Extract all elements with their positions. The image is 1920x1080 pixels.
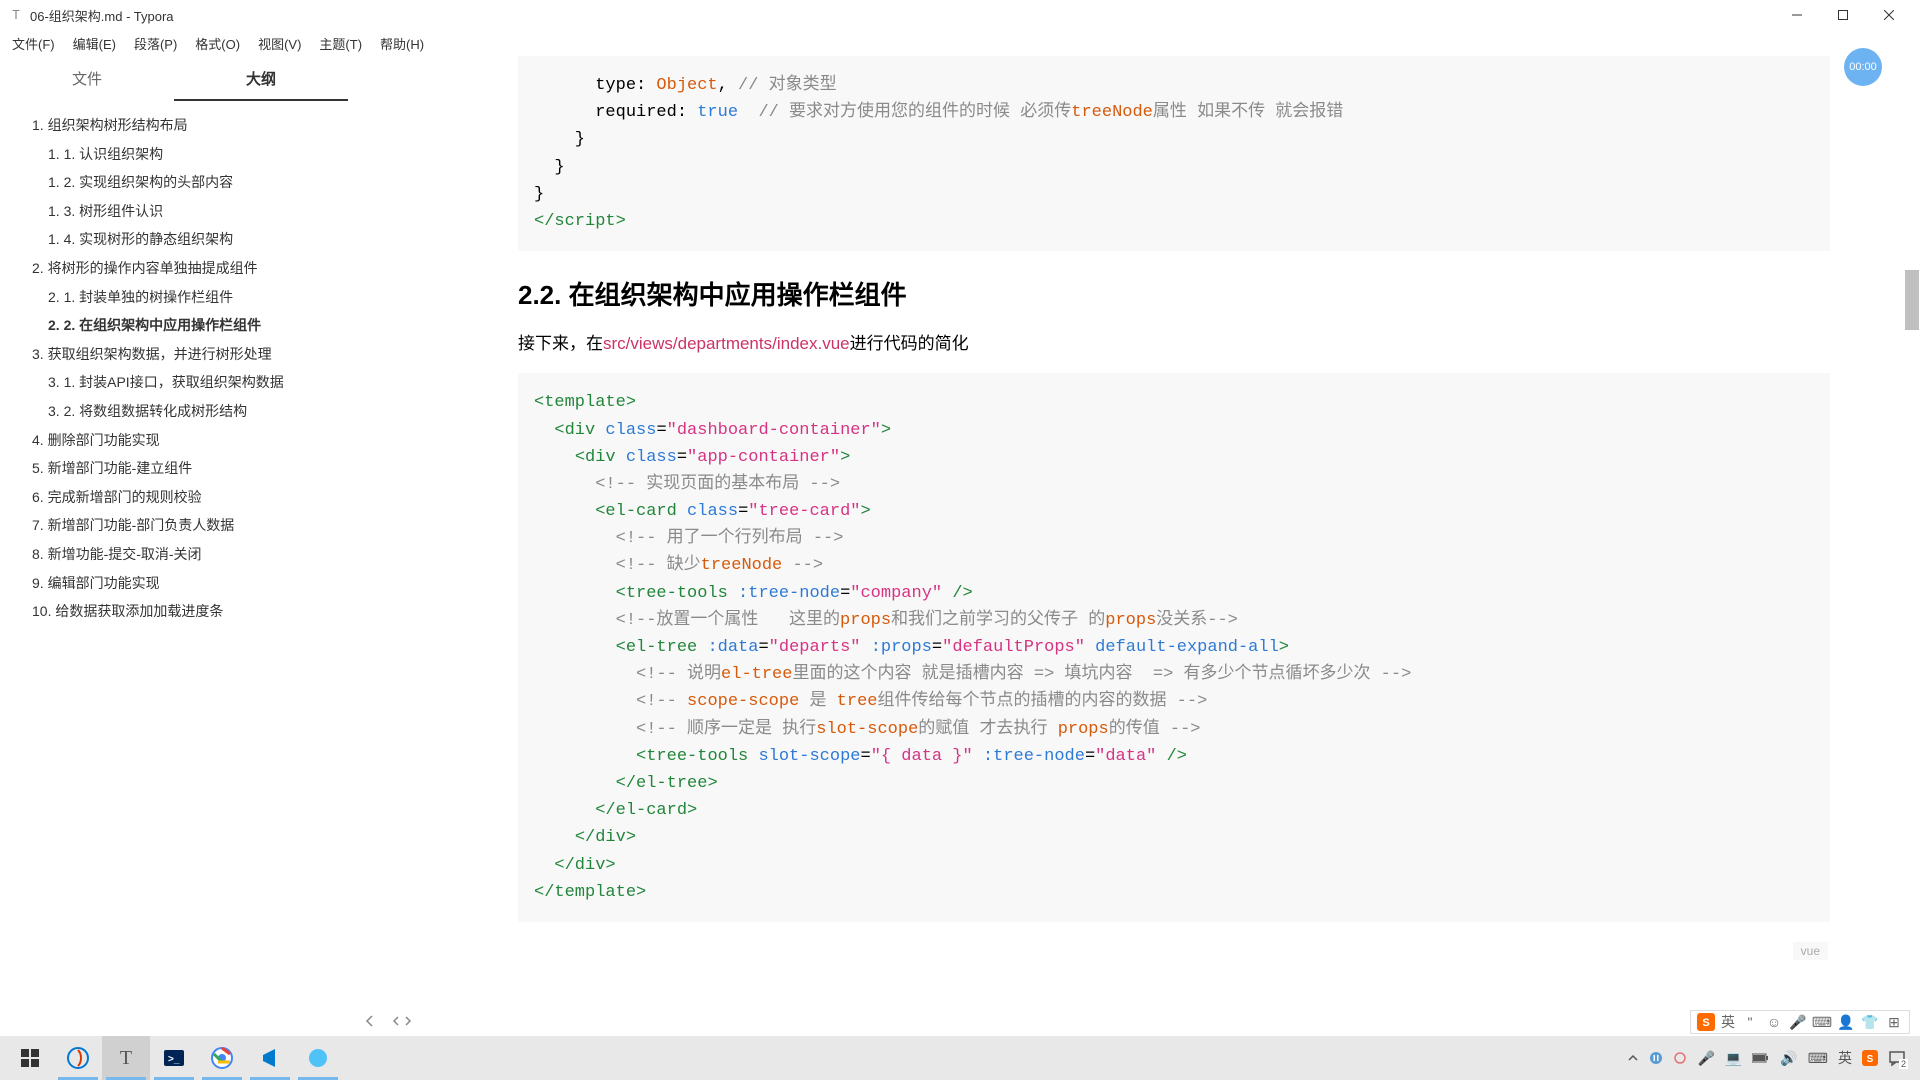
task-vscode[interactable]: [246, 1036, 294, 1080]
sidebar: 文件 大纲 1. 组织架构树形结构布局1. 1. 认识组织架构1. 2. 实现组…: [0, 56, 348, 1036]
svg-text:S: S: [1867, 1054, 1874, 1065]
outline-item[interactable]: 1. 4. 实现树形的静态组织架构: [12, 225, 336, 254]
ime-keyboard-icon[interactable]: ⌨: [1813, 1013, 1831, 1031]
tray-pause-icon[interactable]: [1649, 1051, 1663, 1065]
tray-ime-lang-icon[interactable]: 英: [1838, 1048, 1852, 1068]
menu-format[interactable]: 格式(O): [187, 31, 248, 56]
tray-expand-icon[interactable]: [1627, 1052, 1639, 1064]
tray-devices-icon[interactable]: 💻: [1725, 1050, 1742, 1067]
menu-theme[interactable]: 主题(T): [311, 31, 370, 56]
menu-view[interactable]: 视图(V): [250, 31, 309, 56]
editor-bottom-toolbar: [348, 1006, 426, 1036]
outline-item[interactable]: 1. 2. 实现组织架构的头部内容: [12, 168, 336, 197]
outline-item[interactable]: 1. 3. 树形组件认识: [12, 197, 336, 226]
svg-text:>_: >_: [168, 1054, 180, 1065]
task-typora[interactable]: T: [102, 1036, 150, 1080]
window-title: 06-组织架构.md - Typora: [30, 6, 174, 25]
minimize-button[interactable]: [1774, 0, 1820, 30]
tray-battery-icon[interactable]: [1752, 1052, 1770, 1064]
system-tray: 🎤 💻 🔊 ⌨ 英 S 2: [1627, 1048, 1914, 1068]
menu-help[interactable]: 帮助(H): [372, 31, 432, 56]
code-lang-tag: vue: [1793, 942, 1828, 960]
ime-punct-icon[interactable]: ": [1741, 1013, 1759, 1031]
outline-list: 1. 组织架构树形结构布局1. 1. 认识组织架构1. 2. 实现组织架构的头部…: [0, 101, 348, 636]
ime-mic-icon[interactable]: 🎤: [1789, 1013, 1807, 1031]
back-button[interactable]: [362, 1013, 378, 1029]
outline-item[interactable]: 7. 新增部门功能-部门负责人数据: [12, 511, 336, 540]
ime-mode[interactable]: 英: [1721, 1012, 1735, 1032]
menubar: 文件(F) 编辑(E) 段落(P) 格式(O) 视图(V) 主题(T) 帮助(H…: [0, 30, 1920, 56]
tray-notifications-icon[interactable]: 2: [1888, 1049, 1906, 1067]
task-app-1[interactable]: [54, 1036, 102, 1080]
outline-item[interactable]: 1. 1. 认识组织架构: [12, 140, 336, 169]
tab-files[interactable]: 文件: [0, 56, 174, 101]
outline-item[interactable]: 2. 将树形的操作内容单独抽提成组件: [12, 254, 336, 283]
tray-sogou-icon[interactable]: S: [1862, 1050, 1878, 1066]
outline-item[interactable]: 3. 1. 封装API接口，获取组织架构数据: [12, 368, 336, 397]
code-block-template[interactable]: <template> <div class="dashboard-contain…: [518, 373, 1830, 922]
outline-item[interactable]: 2. 1. 封装单独的树操作栏组件: [12, 283, 336, 312]
menu-paragraph[interactable]: 段落(P): [126, 31, 185, 56]
tray-volume-icon[interactable]: 🔊: [1780, 1050, 1797, 1067]
taskbar: T >_ 🎤 💻 🔊 ⌨ 英 S 2: [0, 1036, 1920, 1080]
tray-sync-icon[interactable]: [1673, 1051, 1687, 1065]
paragraph[interactable]: 接下来，在src/views/departments/index.vue进行代码…: [518, 330, 1830, 357]
outline-item[interactable]: 6. 完成新增部门的规则校验: [12, 483, 336, 512]
close-button[interactable]: [1866, 0, 1912, 30]
outline-item[interactable]: 10. 给数据获取添加加载进度条: [12, 597, 336, 626]
code-block-script[interactable]: type: Object, // 对象类型 required: true // …: [518, 56, 1830, 251]
ime-shirt-icon[interactable]: 👕: [1861, 1013, 1879, 1031]
scrollbar-thumb[interactable]: [1905, 270, 1919, 330]
outline-item[interactable]: 3. 2. 将数组数据转化成树形结构: [12, 397, 336, 426]
menu-file[interactable]: 文件(F): [4, 31, 63, 56]
ime-emoji-icon[interactable]: ☺: [1765, 1013, 1783, 1031]
start-button[interactable]: [6, 1036, 54, 1080]
svg-text:S: S: [1702, 1017, 1709, 1029]
source-mode-button[interactable]: [392, 1013, 412, 1029]
task-chrome[interactable]: [198, 1036, 246, 1080]
editor-content[interactable]: type: Object, // 对象类型 required: true // …: [348, 56, 1920, 1036]
sogou-icon[interactable]: S: [1697, 1013, 1715, 1031]
heading-2-2[interactable]: 2.2. 在组织架构中应用操作栏组件: [518, 275, 1830, 312]
ime-toolbar[interactable]: S 英 " ☺ 🎤 ⌨ 👤 👕 ⊞: [1690, 1010, 1910, 1034]
menu-edit[interactable]: 编辑(E): [65, 31, 124, 56]
outline-item[interactable]: 5. 新增部门功能-建立组件: [12, 454, 336, 483]
timer-badge[interactable]: 00:00: [1844, 48, 1882, 86]
outline-item[interactable]: 9. 编辑部门功能实现: [12, 569, 336, 598]
task-powershell[interactable]: >_: [150, 1036, 198, 1080]
maximize-button[interactable]: [1820, 0, 1866, 30]
tray-keyboard-icon[interactable]: ⌨: [1808, 1050, 1828, 1067]
outline-item[interactable]: 3. 获取组织架构数据，并进行树形处理: [12, 340, 336, 369]
ime-person-icon[interactable]: 👤: [1837, 1013, 1855, 1031]
tray-mic-icon[interactable]: 🎤: [1697, 1050, 1714, 1067]
ime-tools-icon[interactable]: ⊞: [1885, 1013, 1903, 1031]
outline-item[interactable]: 1. 组织架构树形结构布局: [12, 111, 336, 140]
app-icon: T: [8, 7, 24, 23]
outline-item[interactable]: 8. 新增功能-提交-取消-关闭: [12, 540, 336, 569]
task-app-2[interactable]: [294, 1036, 342, 1080]
outline-item[interactable]: 2. 2. 在组织架构中应用操作栏组件: [12, 311, 336, 340]
titlebar: T 06-组织架构.md - Typora: [0, 0, 1920, 30]
outline-item[interactable]: 4. 删除部门功能实现: [12, 426, 336, 455]
tab-outline[interactable]: 大纲: [174, 56, 348, 101]
